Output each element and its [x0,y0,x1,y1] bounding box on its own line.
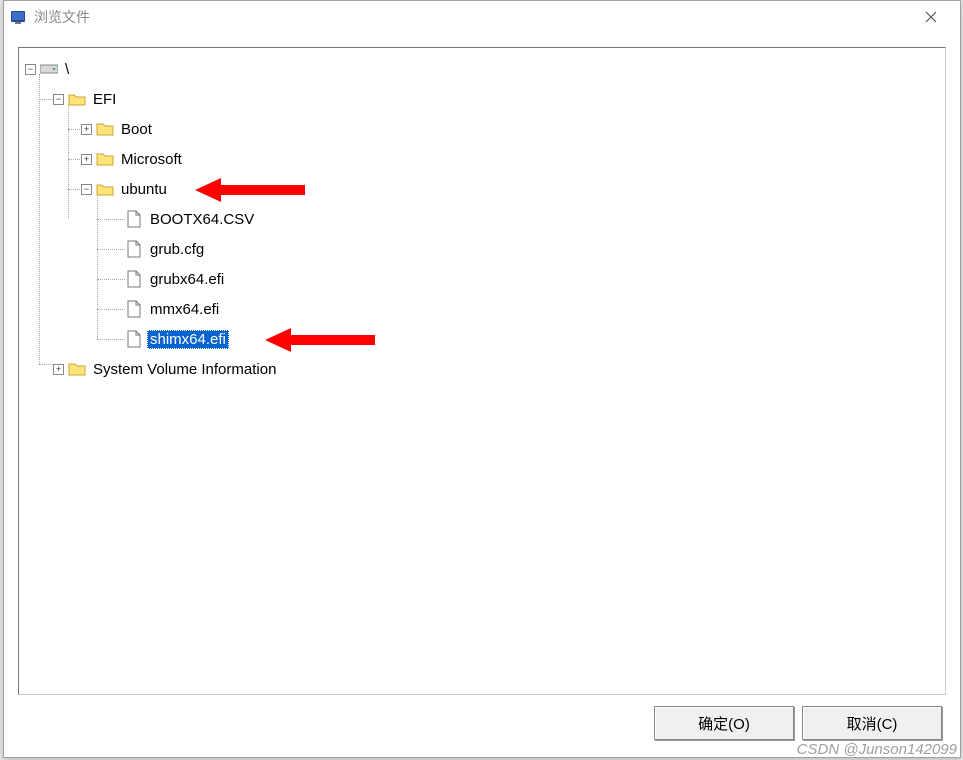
drive-icon [40,60,58,78]
expand-icon[interactable]: + [53,364,64,375]
node-label: grubx64.efi [147,270,227,289]
dialog-body: − \ − EFI + [4,33,960,757]
node-label: EFI [90,90,119,109]
expand-icon[interactable]: + [81,124,92,135]
node-label: ubuntu [118,180,170,199]
tree-node-file[interactable]: mmx64.efi [25,294,943,324]
button-label: 确定(O) [698,713,750,734]
folder-icon [68,360,86,378]
tree-node-boot[interactable]: + Boot [25,114,943,144]
tree-node-efi[interactable]: − EFI [25,84,943,114]
folder-icon [96,150,114,168]
tree-node-file[interactable]: BOOTX64.CSV [25,204,943,234]
file-icon [125,300,143,318]
file-icon [125,270,143,288]
file-icon [125,240,143,258]
dialog-window: 浏览文件 [3,0,961,758]
collapse-icon[interactable]: − [81,184,92,195]
file-icon [125,210,143,228]
tree-node-file[interactable]: grub.cfg [25,234,943,264]
collapse-icon[interactable]: − [25,64,36,75]
tree-node-sysvol[interactable]: + System Volume Information [25,354,943,384]
close-button[interactable] [908,1,954,33]
button-label: 取消(C) [847,713,898,734]
node-label: BOOTX64.CSV [147,210,257,229]
tree-node-root[interactable]: − \ [25,54,943,84]
node-label: Boot [118,120,155,139]
tree-view[interactable]: − \ − EFI + [18,47,946,695]
collapse-icon[interactable]: − [53,94,64,105]
folder-icon [96,120,114,138]
cancel-button[interactable]: 取消(C) [802,706,942,740]
node-label: Microsoft [118,150,185,169]
node-label: grub.cfg [147,240,207,259]
tree-node-file[interactable]: grubx64.efi [25,264,943,294]
node-label: System Volume Information [90,360,279,379]
app-icon [10,9,26,25]
tree-node-file-selected[interactable]: shimx64.efi [25,324,943,354]
ok-button[interactable]: 确定(O) [654,706,794,740]
node-label: shimx64.efi [147,330,229,349]
tree-node-microsoft[interactable]: + Microsoft [25,144,943,174]
node-label: \ [62,60,72,79]
folder-open-icon [68,90,86,108]
folder-open-icon [96,180,114,198]
window-title: 浏览文件 [34,7,908,27]
titlebar: 浏览文件 [4,1,960,33]
node-label: mmx64.efi [147,300,222,319]
expand-icon[interactable]: + [81,154,92,165]
tree-node-ubuntu[interactable]: − ubuntu [25,174,943,204]
file-icon [125,330,143,348]
button-row: 确定(O) 取消(C) [18,695,946,743]
